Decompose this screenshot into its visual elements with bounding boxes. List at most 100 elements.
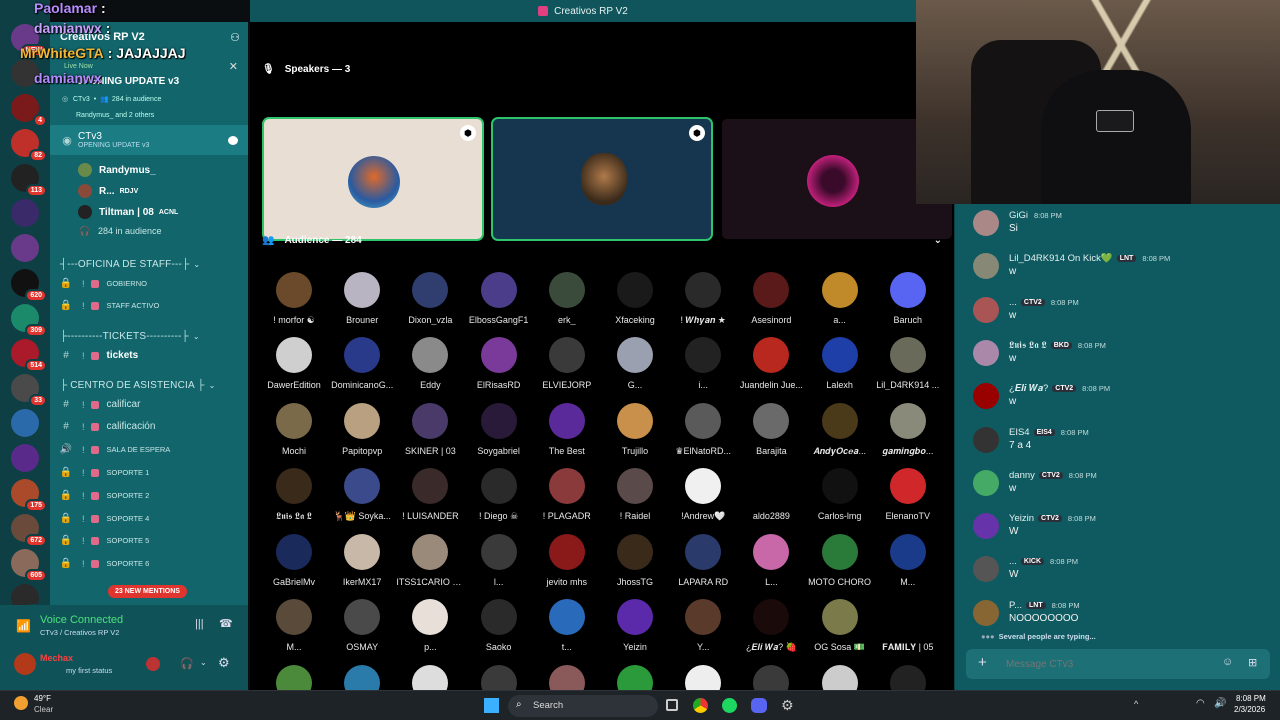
audience-member[interactable]: 𝐅𝐀𝐌𝐈𝐋𝐘 | 05	[874, 599, 942, 653]
audience-member[interactable]: OG Sosa 💵	[806, 599, 874, 653]
audience-member[interactable]: Asesinord	[737, 272, 805, 325]
stage-channel-ctv3[interactable]: ◉ CTv3 OPENING UPDATE v3	[50, 125, 248, 155]
channel-item[interactable]: 🔒! SOPORTE 5	[50, 531, 248, 550]
audience-member[interactable]: Baruch	[874, 272, 942, 325]
chat-avatar[interactable]	[973, 296, 999, 323]
discord-taskbar-icon[interactable]	[751, 698, 767, 713]
audience-member[interactable]: 𝒈𝒂𝒎𝒊𝒏𝒈𝒃𝒐...	[874, 402, 942, 457]
audience-member[interactable]: M...	[260, 599, 328, 652]
voice-user[interactable]: Tiltman | 08 ACNL	[50, 204, 248, 220]
chevron-down-icon[interactable]: ⌄	[934, 235, 942, 246]
volume-icon[interactable]: 🔊	[1214, 698, 1226, 709]
audience-member[interactable]: Eddy	[396, 337, 464, 390]
user-avatar[interactable]	[14, 653, 36, 675]
audience-member[interactable]: Mochi	[260, 402, 328, 456]
server-icon[interactable]: 82	[11, 129, 47, 162]
server-icon[interactable]	[11, 199, 39, 227]
chat-bubble-icon[interactable]	[228, 135, 238, 145]
emoji-icon[interactable]: ☺	[1222, 656, 1233, 668]
settings-gear-icon[interactable]: ⚙	[218, 655, 230, 671]
audience-member[interactable]: ElRisasRD	[465, 337, 533, 390]
channel-item[interactable]: 🔒! STAFF ACTIVO	[50, 296, 248, 315]
chat-avatar[interactable]	[973, 253, 999, 280]
disconnect-icon[interactable]: ☎	[219, 617, 233, 630]
audience-member[interactable]: JhossTG	[601, 533, 669, 587]
task-view-icon[interactable]	[666, 699, 678, 711]
server-icon[interactable]: 4	[11, 94, 47, 127]
server-icon[interactable]	[11, 444, 39, 472]
server-icon[interactable]: 514	[11, 339, 47, 372]
audience-member[interactable]: ElbossGangF1	[465, 272, 533, 325]
audience-member[interactable]: Xfaceking	[601, 272, 669, 325]
chat-username[interactable]: Yeizin	[1009, 513, 1034, 524]
audience-member[interactable]: SKINER | 03	[396, 402, 464, 456]
chat-message[interactable]: ¿𝑬𝒍𝒊 𝑾𝒂? CTV2 8:08 PM w	[973, 383, 1273, 423]
chevron-down-icon[interactable]: ⌄	[200, 658, 207, 667]
audience-member[interactable]: LAPARA RD	[669, 533, 737, 587]
audience-member[interactable]: p...	[396, 599, 464, 652]
audience-member[interactable]: ! PLAGADR	[533, 468, 601, 521]
server-icon[interactable]: 113	[11, 164, 47, 197]
chat-avatar[interactable]	[973, 599, 999, 626]
chat-username[interactable]: danny	[1009, 470, 1035, 481]
start-icon[interactable]	[484, 698, 499, 713]
channel-item[interactable]: 🔒! GOBIERNO	[50, 274, 248, 293]
voice-user[interactable]: Randymus_	[50, 162, 248, 178]
voice-channel[interactable]: CTv3 / Creativos RP V2	[40, 628, 119, 637]
chat-avatar[interactable]	[973, 513, 999, 540]
server-icon[interactable]: 309	[11, 304, 47, 337]
chat-message[interactable]: danny CTV2 8:08 PM w	[973, 469, 1273, 510]
channel-item[interactable]: 🔒! SOPORTE 1	[50, 463, 248, 482]
server-icon[interactable]: 672	[11, 514, 47, 547]
chat-avatar[interactable]	[973, 339, 999, 366]
audience-member[interactable]: 🦌👑 Soyka...	[328, 468, 396, 522]
channel-item[interactable]: 🔒! SOPORTE 4	[50, 509, 248, 528]
server-icon[interactable]: 620	[11, 269, 47, 302]
chat-username[interactable]: Lil_D4RK914 On Kick💚	[1009, 253, 1113, 264]
audience-member[interactable]: ¿𝑬𝒍𝒊 𝑾𝒂? 🍓	[737, 599, 805, 653]
audience-member[interactable]: Y...	[669, 599, 737, 652]
chat-username[interactable]: ...	[1009, 556, 1017, 567]
invite-icon[interactable]: ⚇	[230, 31, 240, 44]
audience-member[interactable]: G...	[601, 337, 669, 390]
chat-message[interactable]: 𝕷𝖚𝖎𝖘 𝕷𝖆 𝕷 BKD 8:08 PM w	[973, 339, 1273, 380]
audience-member[interactable]: Trujillo	[601, 402, 669, 456]
audience-member[interactable]: ! Raidel	[601, 468, 669, 521]
audience-member[interactable]: Soygabriel	[465, 402, 533, 456]
audience-member[interactable]: i...	[669, 337, 737, 390]
server-icon[interactable]	[11, 234, 39, 262]
audience-member[interactable]: ELVIEJORP	[533, 337, 601, 390]
server-icon[interactable]	[11, 409, 39, 437]
audience-member[interactable]: ! 𝑾𝒉𝒚𝒂𝒏 ★	[669, 272, 737, 326]
chat-username[interactable]: P...	[1009, 600, 1022, 611]
channel-item[interactable]: 🔒! SOPORTE 2	[50, 486, 248, 505]
audience-member[interactable]: Lil_D4RK914 ...	[874, 337, 942, 390]
chat-username[interactable]: EIS4	[1009, 427, 1030, 438]
spotify-icon[interactable]	[722, 698, 737, 713]
chat-avatar[interactable]	[973, 469, 999, 496]
audience-member[interactable]: M...	[874, 533, 942, 587]
message-input[interactable]	[1006, 656, 1206, 672]
audience-member[interactable]: Barajita	[737, 402, 805, 456]
chat-message[interactable]: Yeizin CTV2 8:08 PM W	[973, 513, 1273, 553]
audience-member[interactable]: DominicanoG...	[328, 337, 396, 390]
audience-member[interactable]: ♛ElNatoRD...	[669, 402, 737, 457]
mentions-pill[interactable]: 23 NEW MENTIONS	[108, 585, 187, 598]
audience-member[interactable]: Yeizin	[601, 599, 669, 652]
server-icon[interactable]: 33	[11, 374, 47, 407]
audience-member[interactable]: aldo2889	[737, 468, 805, 521]
audience-member[interactable]: Papitopvp	[328, 402, 396, 456]
channel-category[interactable]: ┤---OFICINA DE STAFF---├ ⌄	[50, 257, 248, 271]
headphones-control-icon[interactable]: 🎧	[180, 657, 194, 670]
weather-temp[interactable]: 49°F	[34, 694, 51, 703]
chat-username[interactable]: ...	[1009, 297, 1017, 308]
audience-member[interactable]: DawerEdition	[260, 337, 328, 390]
close-icon[interactable]: ✕	[229, 60, 238, 73]
audience-member[interactable]: ITSS1CARIO O...	[396, 533, 464, 587]
add-attachment-icon[interactable]: +	[978, 654, 987, 671]
channel-item[interactable]: 🔒! SOPORTE 6	[50, 554, 248, 573]
speaker-tile-2[interactable]: ⬢	[491, 117, 713, 241]
channel-item[interactable]: 🔊! SALA DE ESPERA	[50, 440, 248, 459]
audience-member[interactable]: GaBrielMv	[260, 533, 328, 587]
chat-message[interactable]: Lil_D4RK914 On Kick💚 LNT 8:08 PM w	[973, 253, 1273, 293]
